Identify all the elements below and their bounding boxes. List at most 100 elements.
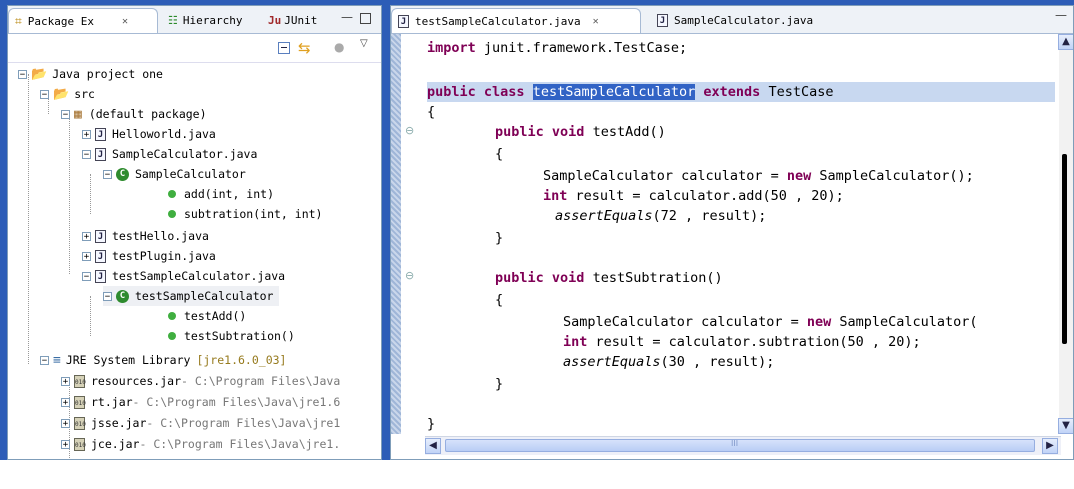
jar-path: - C:\Program Files\Java\jre1 — [146, 416, 341, 430]
jar-icon: 010 — [74, 416, 86, 430]
horizontal-scrollbar[interactable]: ◀ III ▶ — [425, 436, 1061, 455]
jar-icon: 010 — [74, 437, 86, 451]
scroll-left-button[interactable]: ◀ — [425, 438, 441, 454]
public-method-icon — [168, 190, 176, 198]
tab-hierarchy[interactable]: ☷ Hierarchy — [168, 8, 264, 32]
scroll-right-button[interactable]: ▶ — [1042, 438, 1058, 454]
maximize-icon[interactable] — [360, 13, 371, 24]
tree-item[interactable]: + 010 jce.jar - C:\Program Files\Java\jr… — [61, 434, 340, 454]
scroll-grip: III — [731, 439, 739, 448]
collapse-all-icon[interactable] — [278, 42, 290, 54]
view-menu-icon[interactable]: ● — [334, 40, 344, 54]
code-line: { — [495, 292, 504, 308]
scroll-thumb[interactable] — [1062, 154, 1067, 344]
expand-icon[interactable]: + — [82, 231, 91, 241]
tree-item-label: resources.jar — [91, 374, 182, 388]
tree-item[interactable]: − C SampleCalculator — [103, 164, 246, 184]
tab-label: testSampleCalculator.java — [415, 14, 581, 28]
scroll-thumb[interactable]: III — [445, 439, 1035, 452]
vertical-scrollbar[interactable]: ▲ ▼ — [1058, 34, 1073, 434]
scroll-up-button[interactable]: ▲ — [1058, 34, 1073, 50]
public-method-icon — [168, 210, 176, 218]
collapse-icon[interactable]: − — [103, 169, 112, 179]
code-line: } — [427, 416, 436, 432]
expand-icon[interactable]: + — [61, 376, 70, 386]
tab-junit[interactable]: Ju JUnit — [268, 8, 338, 32]
library-icon: ≡ — [53, 352, 61, 368]
code-line: int result = calculator.subtration(50 , … — [563, 334, 921, 350]
expand-icon[interactable]: + — [61, 439, 70, 449]
tree-item-label: Helloworld.java — [112, 127, 216, 141]
tree-item[interactable]: + 010 rt.jar - C:\Program Files\Java\jre… — [61, 392, 340, 412]
collapse-icon[interactable]: − — [61, 109, 70, 119]
fold-icon[interactable]: ⊖ — [405, 124, 414, 137]
tree-item[interactable]: subtration(int, int) — [168, 204, 322, 224]
tab-package-explorer[interactable]: ⌗ Package Ex ✕ — [8, 8, 158, 33]
collapse-icon[interactable]: − — [40, 89, 49, 99]
tree-item[interactable]: + J Helloworld.java — [82, 124, 216, 144]
collapse-icon[interactable]: − — [18, 69, 27, 79]
tree-item[interactable]: + 010 jsse.jar - C:\Program Files\Java\j… — [61, 413, 340, 433]
tab-label: Hierarchy — [182, 13, 243, 27]
close-icon[interactable]: ✕ — [593, 16, 599, 27]
code-area[interactable]: import junit.framework.TestCase; public … — [427, 34, 1057, 434]
tree-item[interactable]: + J testPlugin.java — [82, 246, 216, 266]
editor-tab-bar: J testSampleCalculator.java ✕ J SampleCa… — [391, 6, 1073, 34]
java-file-icon: J — [398, 14, 409, 28]
class-icon: C — [116, 289, 129, 303]
collapse-icon[interactable]: − — [82, 149, 91, 159]
selected-text: testSampleCalculator — [532, 84, 696, 100]
expand-icon[interactable]: + — [82, 251, 91, 261]
package-icon: ▦ — [74, 106, 82, 122]
collapse-icon[interactable]: − — [103, 291, 112, 301]
scroll-down-button[interactable]: ▼ — [1058, 418, 1073, 434]
java-file-icon: J — [95, 249, 106, 263]
tree-item[interactable]: − 📂 Java project one — [18, 64, 163, 84]
code-line: assertEquals(30 , result); — [563, 354, 775, 370]
link-editor-icon[interactable]: ⇆ — [298, 39, 311, 57]
code-line: } — [495, 376, 504, 392]
tree-item[interactable]: add(int, int) — [168, 184, 274, 204]
code-line: public void testAdd() — [495, 124, 666, 140]
collapse-icon[interactable]: − — [82, 271, 91, 281]
code-line: assertEquals(72 , result); — [555, 208, 767, 224]
code-line: int result = calculator.add(50 , 20); — [543, 188, 844, 204]
jar-path: - C:\Program Files\Java — [181, 374, 341, 388]
collapse-icon[interactable]: − — [40, 355, 49, 365]
public-method-icon — [168, 332, 176, 340]
tree-item-selected[interactable]: − C testSampleCalculator — [103, 286, 280, 306]
hierarchy-icon: ☷ — [168, 13, 178, 27]
tree-item-label: JRE System Library — [65, 353, 191, 367]
left-tab-bar: ⌗ Package Ex ✕ ☷ Hierarchy Ju JUnit — — [8, 6, 381, 34]
jar-icon: 010 — [74, 374, 86, 388]
fold-icon[interactable]: ⊖ — [405, 269, 414, 282]
chevron-down-icon[interactable]: ▽ — [360, 38, 368, 49]
tab-testsamplecalculator-java[interactable]: J testSampleCalculator.java ✕ — [391, 8, 641, 33]
eclipse-window: ⌗ Package Ex ✕ ☷ Hierarchy Ju JUnit — ⇆ … — [0, 0, 1074, 460]
close-icon[interactable]: ✕ — [122, 16, 128, 27]
tree-item-label: jce.jar — [91, 437, 140, 451]
minimize-icon[interactable]: — — [1055, 8, 1067, 22]
expand-icon[interactable]: + — [61, 418, 70, 428]
tab-label: Package Ex — [27, 14, 94, 28]
tree-item[interactable]: − J testSampleCalculator.java — [82, 266, 285, 286]
expand-icon[interactable]: + — [82, 129, 91, 139]
code-line: SampleCalculator calculator = new Sample… — [563, 314, 978, 330]
code-line: { — [427, 104, 436, 120]
tree-item[interactable]: + J testHello.java — [82, 226, 209, 246]
expand-icon[interactable]: + — [61, 397, 70, 407]
tree-item[interactable]: − ≡ JRE System Library [jre1.6.0_03] — [40, 350, 286, 370]
tree-item[interactable]: testAdd() — [168, 306, 246, 326]
tree-item[interactable]: testSubtration() — [168, 326, 295, 346]
tree-item[interactable]: − ▦ (default package) — [61, 104, 207, 124]
package-explorer-view: ⌗ Package Ex ✕ ☷ Hierarchy Ju JUnit — ⇆ … — [7, 5, 382, 460]
tab-samplecalculator-java[interactable]: J SampleCalculator.java — [651, 8, 841, 32]
java-file-icon: J — [95, 229, 106, 243]
tree-item[interactable]: + 010 resources.jar - C:\Program Files\J… — [61, 371, 340, 391]
jar-icon: 010 — [74, 395, 86, 409]
minimize-icon[interactable]: — — [341, 10, 353, 24]
tab-label: SampleCalculator.java — [674, 13, 814, 27]
tree-item[interactable]: − 📂 src — [40, 84, 95, 104]
public-method-icon — [168, 312, 176, 320]
tree-item[interactable]: − J SampleCalculator.java — [82, 144, 257, 164]
